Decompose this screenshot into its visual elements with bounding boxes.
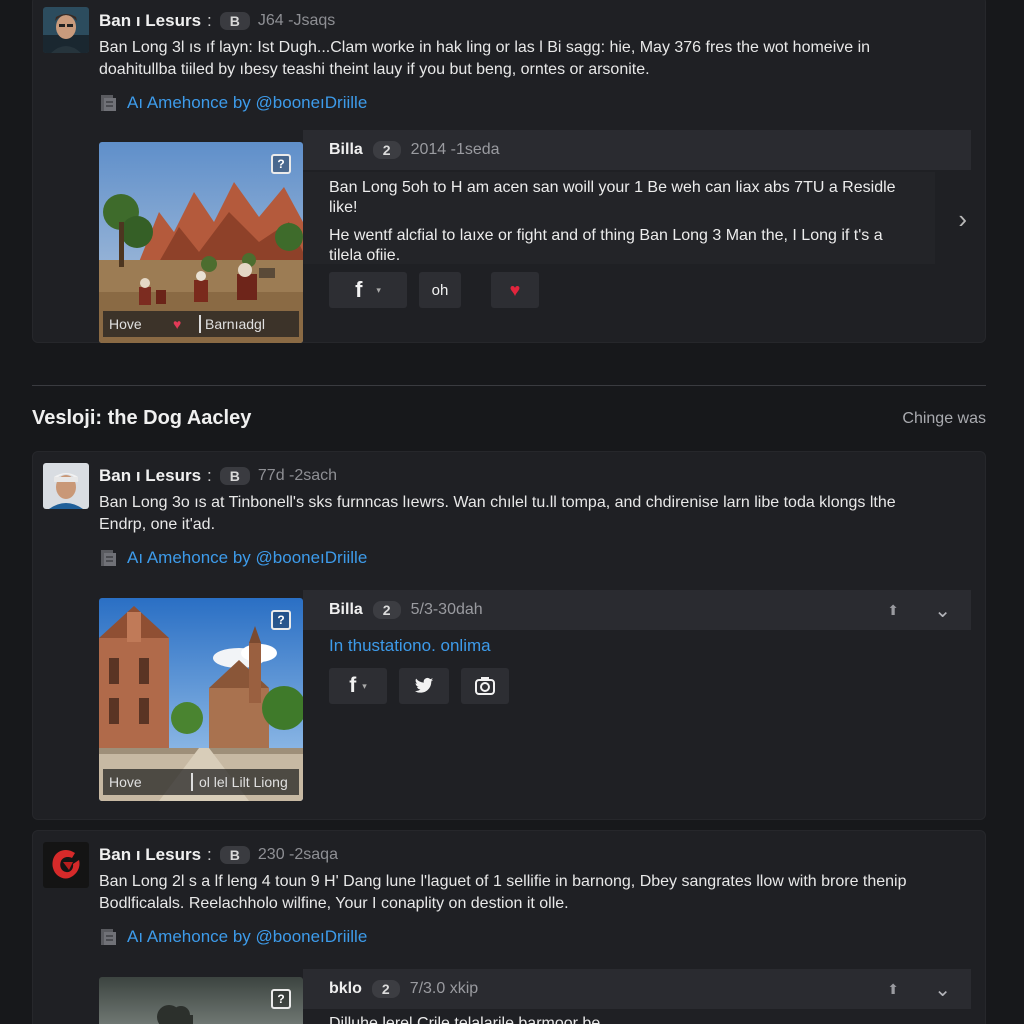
facebook-icon: f [355,277,363,302]
pin-icon[interactable]: ⬆ [887,981,899,998]
embedded-card: ? Hove ♥ Barnıadgl Billa 2 2014 -1seda B… [99,130,971,344]
post-header: Ban ı Lesurs : B J64 -Jsaqs [99,11,335,31]
twitter-icon [414,677,434,693]
author-name[interactable]: Ban ı Lesurs [99,845,201,865]
section-title: Vesloji: the Dog Aacley [32,407,252,429]
heart-icon[interactable]: ♥ [173,316,199,332]
twitter-share-button[interactable] [399,668,449,704]
heart-icon: ♥ [509,279,521,300]
embedded-subtitle[interactable]: In thustationo. onlima [329,636,491,656]
expand-icon[interactable]: ? [271,989,291,1009]
post-text: Ban Long 2l s a lf leng 4 toun 9 H' Dang… [99,873,907,912]
section-divider [32,385,986,386]
post-text: Ban Long 3l ıs ıf layn: Ist Dugh...Clam … [99,39,871,78]
separator: : [207,466,212,485]
embedded-header: Billa 2 5/3-30dah ⬆ ⌄ [303,590,971,630]
facebook-share-button[interactable]: f ▾ [329,668,387,704]
avatar[interactable] [43,7,89,53]
attribution-link[interactable]: Aı Amehonce by @booneıDriille [99,93,367,113]
embedded-author[interactable]: Billa [329,141,363,159]
embedded-header: bklo 2 7/3.0 xkip ⬆ ⌄ [303,969,971,1009]
attribution-text[interactable]: Aı Amehonce by @booneıDriille [127,93,367,113]
avatar[interactable] [43,842,89,888]
attribution-text[interactable]: Aı Amehonce by @booneıDriille [127,927,367,947]
thumbnail-title: Barnıadgl [205,316,265,332]
embedded-text-box: Ban Long 5oh to H am acen san woill your… [303,172,935,264]
author-name[interactable]: Ban ı Lesurs [99,11,201,31]
embedded-meta: 5/3-30dah [410,601,483,618]
document-icon [99,549,117,567]
author-name[interactable]: Ban ı Lesurs [99,466,201,486]
attribution-link[interactable]: Aı Amehonce by @booneıDriille [99,927,367,947]
expand-icon[interactable]: ? [271,154,291,174]
thumbnail-label: Hove [109,316,142,332]
embedded-header: Billa 2 2014 -1seda [303,130,971,170]
embedded-meta: 7/3.0 xkip [409,980,479,997]
post-header: Ban ı Lesurs : B 77d -2sach [99,466,337,486]
avatar[interactable] [43,463,89,509]
caret-down-icon: ▾ [362,680,367,691]
embedded-card: ? Hove ol lel Lilt Liong Billa 2 5/3-30d… [99,590,971,804]
post-text: Ban Long 3o ıs at Tinbonell's sks furnnc… [99,494,896,533]
instagram-share-button[interactable] [461,668,509,704]
separator: : [207,11,212,30]
section-link[interactable]: Chinge was [902,410,986,428]
post-card: Ban ı Lesurs : B 77d -2sach Ban Long 3o … [32,451,986,820]
thumbnail-image[interactable]: ? [99,977,303,1024]
share-button[interactable]: oh [419,272,461,308]
embedded-paragraph: Ban Long 5oh to H am acen san woill your… [329,179,896,216]
post-card: Ban ı Lesurs : B J64 -Jsaqs Ban Long 3l … [32,0,986,343]
chevron-down-icon[interactable]: ⌄ [934,977,951,1002]
embedded-badge: 2 [372,601,401,619]
caption-divider [191,773,193,791]
author-badge: B [219,467,250,485]
post-meta: 230 -2saqa [257,846,338,863]
document-icon [99,928,117,946]
caret-down-icon: ▾ [376,284,381,295]
embedded-paragraph: He wentf alcfial to laıxe or fight and o… [329,227,883,264]
chevron-right-icon[interactable]: › [958,204,967,235]
separator: : [207,845,212,864]
like-button[interactable]: ♥ [491,272,539,308]
pin-icon[interactable]: ⬆ [887,602,899,619]
post-meta: 77d -2sach [257,467,338,484]
thumbnail-caption: Hove ♥ Barnıadgl [103,311,299,337]
thumbnail-caption: Hove ol lel Lilt Liong [103,769,299,795]
thumbnail-image[interactable]: ? Hove ♥ Barnıadgl [99,142,303,343]
author-badge: B [219,12,250,30]
thumbnail-title: ol lel Lilt Liong [199,774,288,790]
embedded-author[interactable]: Billa [329,601,363,619]
embedded-card: ? bklo 2 7/3.0 xkip ⬆ ⌄ Dilluhe lerel Cr… [99,969,971,1024]
thumbnail-label: Hove [109,774,142,790]
post-meta: J64 -Jsaqs [257,12,336,29]
thumbnail-image[interactable]: ? Hove ol lel Lilt Liong [99,598,303,801]
embedded-author[interactable]: bklo [329,980,362,998]
expand-icon[interactable]: ? [271,610,291,630]
post-header: Ban ı Lesurs : B 230 -2saqa [99,845,338,865]
author-badge: B [219,846,250,864]
document-icon [99,94,117,112]
facebook-icon: f [349,674,357,697]
embedded-badge: 2 [372,141,401,159]
chevron-down-icon[interactable]: ⌄ [934,598,951,623]
facebook-share-button[interactable]: f ▾ [329,272,407,308]
camera-icon [475,677,495,695]
caption-divider [199,315,201,333]
attribution-text[interactable]: Aı Amehonce by @booneıDriille [127,548,367,568]
attribution-link[interactable]: Aı Amehonce by @booneıDriille [99,548,367,568]
embedded-meta: 2014 -1seda [410,141,500,158]
embedded-preview-text: Dilluhe lerel Crile telalarile barmoor b… [329,1015,601,1024]
embedded-badge: 2 [371,980,400,998]
post-card: Ban ı Lesurs : B 230 -2saqa Ban Long 2l … [32,830,986,1024]
